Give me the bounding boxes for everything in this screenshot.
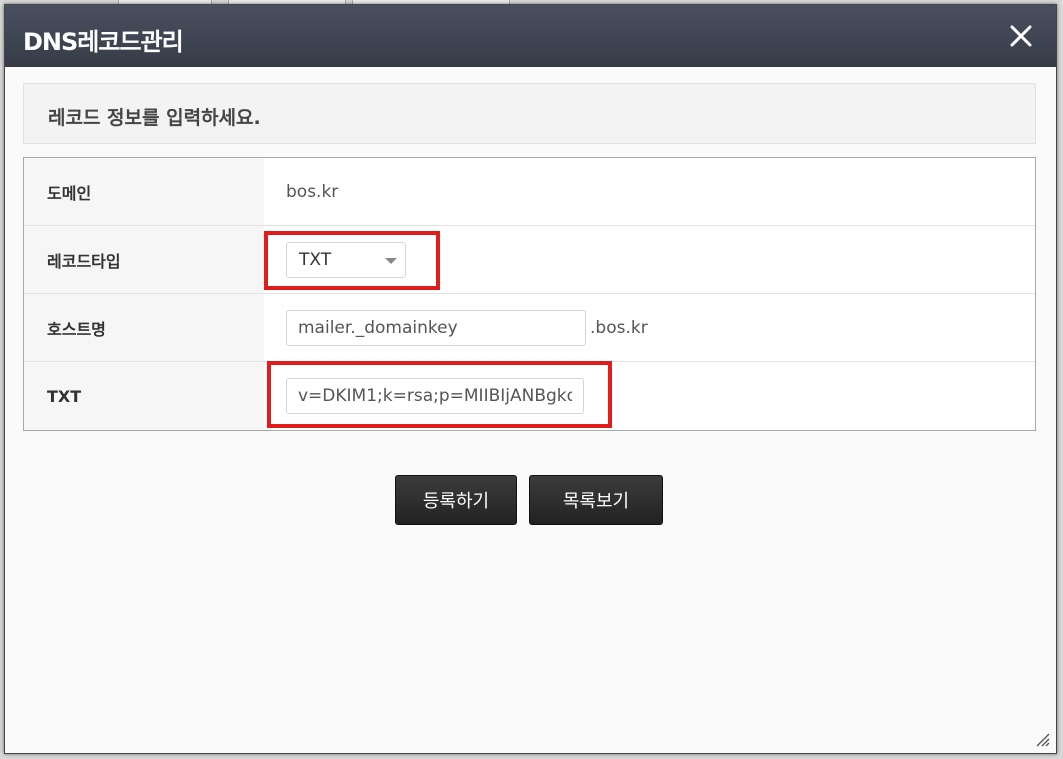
host-label: 호스트명 (24, 294, 264, 361)
dialog-title: DNS레코드관리 (23, 28, 184, 56)
notice-text: 레코드 정보를 입력하세요. (48, 107, 261, 129)
form-row-host: 호스트명 .bos.kr (24, 294, 1035, 362)
domain-label: 도메인 (24, 158, 264, 225)
form-row-domain: 도메인 bos.kr (24, 158, 1035, 226)
notice-box: 레코드 정보를 입력하세요. (23, 83, 1036, 144)
register-button[interactable]: 등록하기 (395, 475, 517, 525)
highlight-box-txt (267, 361, 612, 428)
record-type-label: 레코드타입 (24, 226, 264, 293)
form-row-record-type: 레코드타입 TXT (24, 226, 1035, 294)
domain-value: bos.kr (286, 181, 339, 202)
dns-record-dialog: DNS레코드관리 레코드 정보를 입력하세요. 도메인 bos.kr 레코드타입… (4, 4, 1057, 754)
list-button[interactable]: 목록보기 (529, 475, 663, 525)
host-value-cell: .bos.kr (264, 294, 1035, 361)
close-icon[interactable] (1006, 21, 1036, 51)
highlight-box-record-type (264, 231, 440, 290)
domain-value-cell: bos.kr (264, 158, 1035, 225)
txt-label: TXT (24, 362, 264, 430)
host-input[interactable] (286, 309, 586, 346)
host-suffix: .bos.kr (590, 317, 648, 338)
dialog-titlebar[interactable]: DNS레코드관리 (5, 5, 1056, 67)
resize-handle-icon[interactable] (1034, 731, 1050, 747)
